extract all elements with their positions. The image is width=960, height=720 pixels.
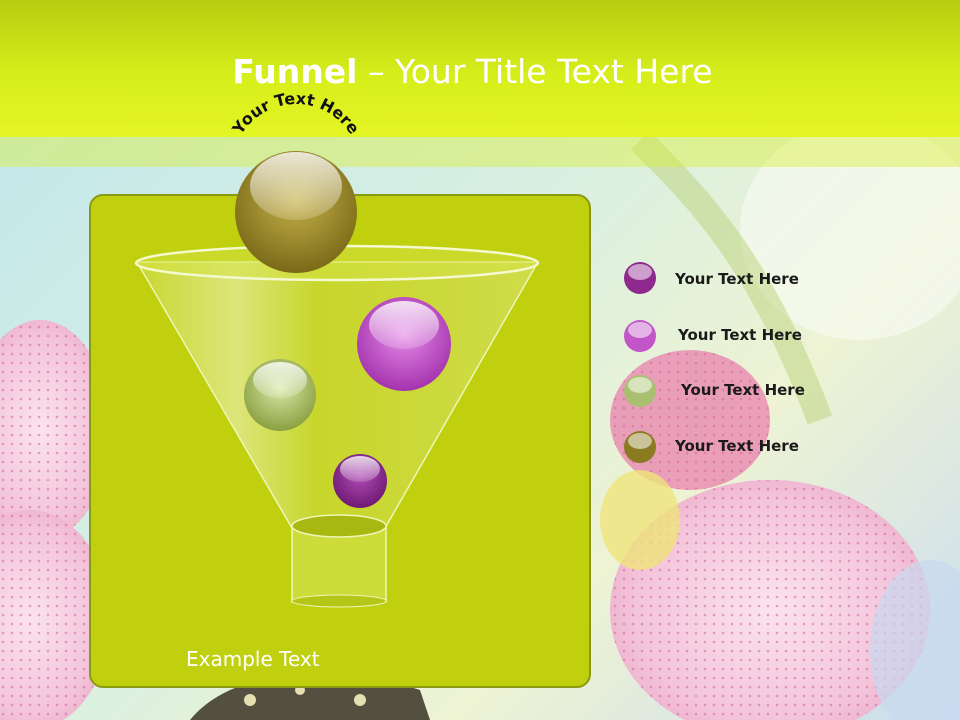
legend-bullet-highlight-4: [628, 433, 652, 449]
legend-label-4: Your Text Here: [675, 437, 799, 455]
legend-bullet-highlight-2: [628, 322, 652, 338]
ball-pink: [357, 297, 451, 391]
legend-bullet-highlight-3: [628, 377, 652, 393]
legend-label-3: Your Text Here: [681, 381, 805, 399]
legend-label-2: Your Text Here: [678, 326, 802, 344]
legend-bullets: [624, 262, 656, 463]
example-text: Example Text: [186, 647, 320, 671]
arc-text: Your Text Here: [228, 89, 364, 138]
legend-label-1: Your Text Here: [675, 270, 799, 288]
slide: Funnel – Your Title Text Here Your Text …: [0, 0, 960, 720]
funnel-diagram: Your Text Here: [134, 89, 656, 608]
ball-gold: [235, 151, 357, 273]
legend-bullet-highlight-1: [628, 264, 652, 280]
spout-top: [291, 514, 387, 538]
spout-bottom: [291, 594, 387, 608]
ball-purple: [333, 454, 387, 508]
ball-green: [244, 359, 316, 431]
arc-text-path: Your Text Here: [228, 89, 364, 138]
